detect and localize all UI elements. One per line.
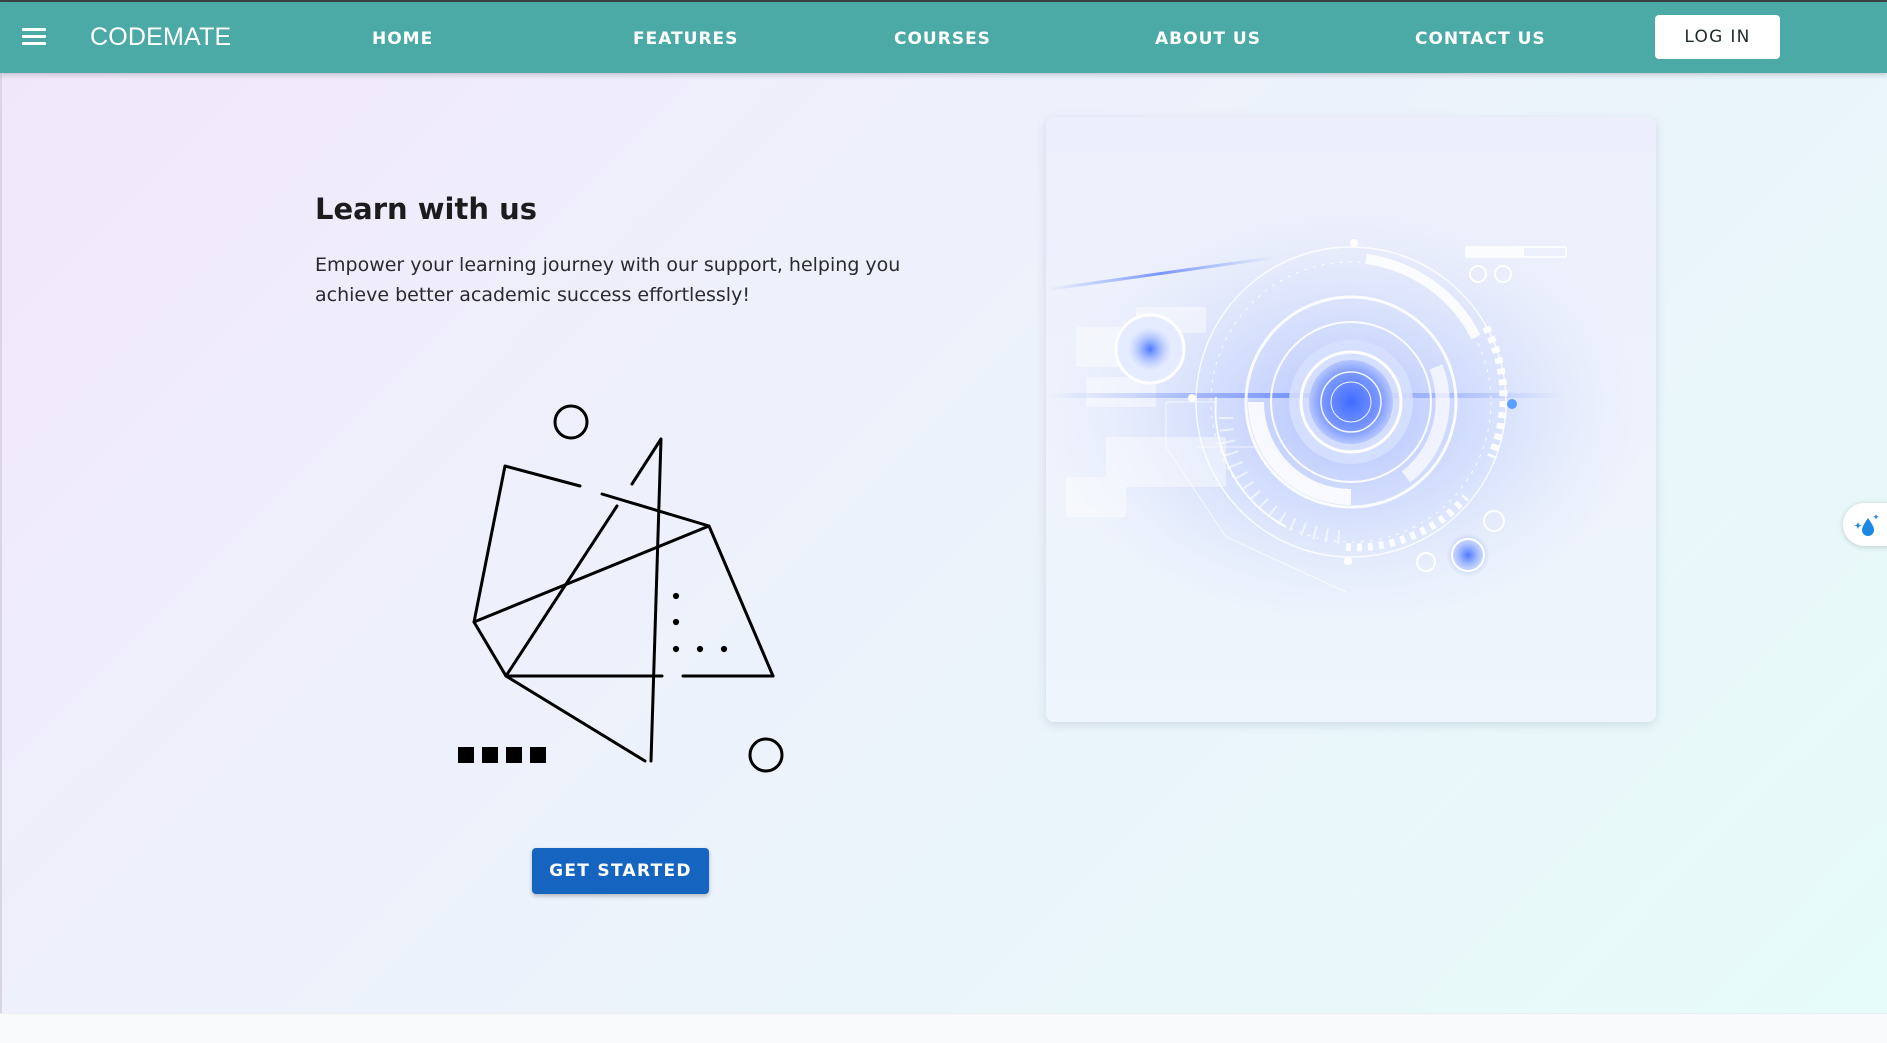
illustration-quad-outline (472, 464, 664, 678)
hero-image-card (1046, 117, 1656, 722)
illustration-tall-triangle (630, 437, 663, 763)
hero-title: Learn with us (315, 192, 538, 226)
geometric-illustration (440, 390, 820, 780)
nav-link-features[interactable]: FEATURES (633, 29, 738, 49)
nav-link-home[interactable]: HOME (372, 29, 433, 49)
hero-left-border (0, 73, 2, 1013)
footer-strip (0, 1013, 1887, 1043)
tech-hud-graphic (1046, 207, 1646, 627)
side-widget[interactable] (1843, 503, 1887, 546)
brand-logo[interactable]: CODEMATE (90, 23, 231, 52)
illustration-circle-top (553, 404, 589, 440)
top-navbar: CODEMATE HOME FEATURES COURSES ABOUT US … (0, 2, 1887, 73)
illustration-circle-bottom (748, 737, 784, 773)
sparkle-drop-icon (1854, 513, 1879, 536)
nav-link-courses[interactable]: COURSES (894, 29, 991, 49)
nav-link-contact-us[interactable]: CONTACT US (1415, 29, 1546, 49)
nav-link-about-us[interactable]: ABOUT US (1155, 29, 1261, 49)
login-button[interactable]: LOG IN (1655, 15, 1780, 59)
menu-icon[interactable] (22, 28, 46, 46)
hero-subtitle: Empower your learning journey with our s… (315, 254, 901, 306)
get-started-button[interactable]: GET STARTED (532, 848, 709, 894)
